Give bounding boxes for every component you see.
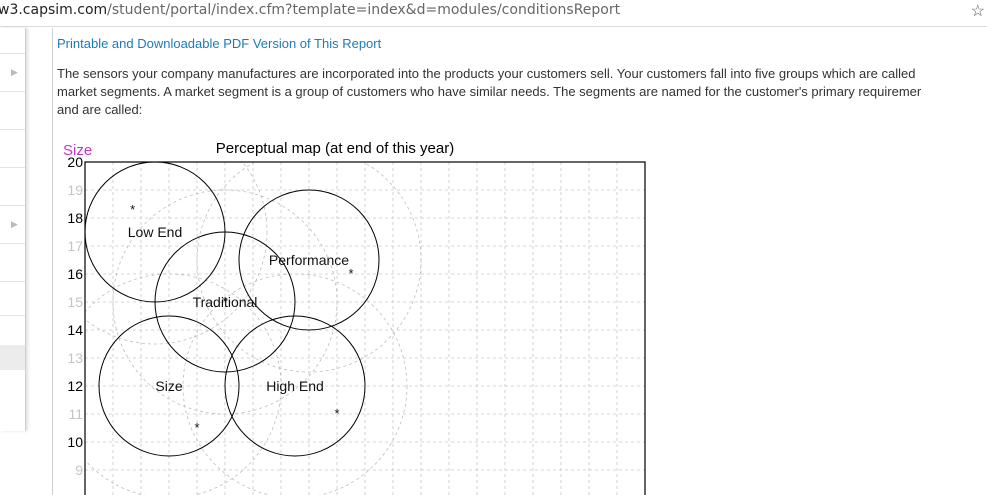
ideal-spot-marker: * <box>194 420 199 435</box>
content-divider <box>52 28 53 495</box>
intro-line: and are called: <box>57 102 143 117</box>
nav-section-band <box>0 345 25 370</box>
y-tick-label: 19 <box>67 182 83 198</box>
chart-title: Perceptual map (at end of this year) <box>216 140 454 157</box>
nav-row[interactable] <box>0 92 25 130</box>
side-navigation-panel: ▶ ▶ <box>0 28 26 431</box>
y-axis-label: Size <box>63 142 92 159</box>
intro-line: market segments. A market segment is a g… <box>57 84 922 99</box>
nav-row[interactable] <box>0 168 25 206</box>
ideal-spot-marker: * <box>334 406 339 421</box>
segment-label: High End <box>266 378 324 394</box>
segment-label: Performance <box>269 252 349 268</box>
y-tick-label: 12 <box>67 378 83 394</box>
y-tick-label: 10 <box>67 434 83 450</box>
url-host: w3.capsim.com <box>0 2 108 18</box>
y-tick-label: 16 <box>67 266 83 282</box>
y-tick-label: 14 <box>67 322 83 338</box>
y-tick-label: 17 <box>67 238 83 254</box>
address-bar[interactable]: w3.capsim.com/student/portal/index.cfm?t… <box>0 0 987 27</box>
y-tick-label: 13 <box>67 350 83 366</box>
chevron-right-icon: ▶ <box>11 67 18 77</box>
intro-line: The sensors your company manufactures ar… <box>57 66 916 81</box>
bookmark-star-icon[interactable]: ☆ <box>971 1 985 21</box>
pdf-version-link[interactable]: Printable and Downloadable PDF Version o… <box>57 36 381 51</box>
segment-label: Size <box>155 378 182 394</box>
y-tick-label: 18 <box>67 210 83 226</box>
nav-row[interactable] <box>0 244 25 282</box>
chevron-right-icon: ▶ <box>11 219 18 229</box>
y-tick-label: 9 <box>75 462 83 478</box>
nav-row[interactable]: ▶ <box>0 54 25 92</box>
y-tick-label: 15 <box>67 294 83 310</box>
segment-label: Low End <box>128 224 182 240</box>
ideal-spot-marker: * <box>222 294 227 309</box>
ideal-spot-marker: * <box>130 202 135 217</box>
nav-row[interactable] <box>0 130 25 168</box>
perceptual-map-chart: Low EndPerformanceTraditionalHigh EndSiz… <box>63 140 646 495</box>
nav-row[interactable] <box>0 28 25 54</box>
nav-row[interactable]: ▶ <box>0 206 25 244</box>
nav-row[interactable] <box>0 282 25 316</box>
url-path: /student/portal/index.cfm?template=index… <box>107 2 621 18</box>
intro-paragraph: The sensors your company manufactures ar… <box>57 65 987 119</box>
url-text[interactable]: w3.capsim.com/student/portal/index.cfm?t… <box>0 2 620 18</box>
ideal-spot-marker: * <box>348 266 353 281</box>
y-tick-label: 11 <box>68 406 83 422</box>
